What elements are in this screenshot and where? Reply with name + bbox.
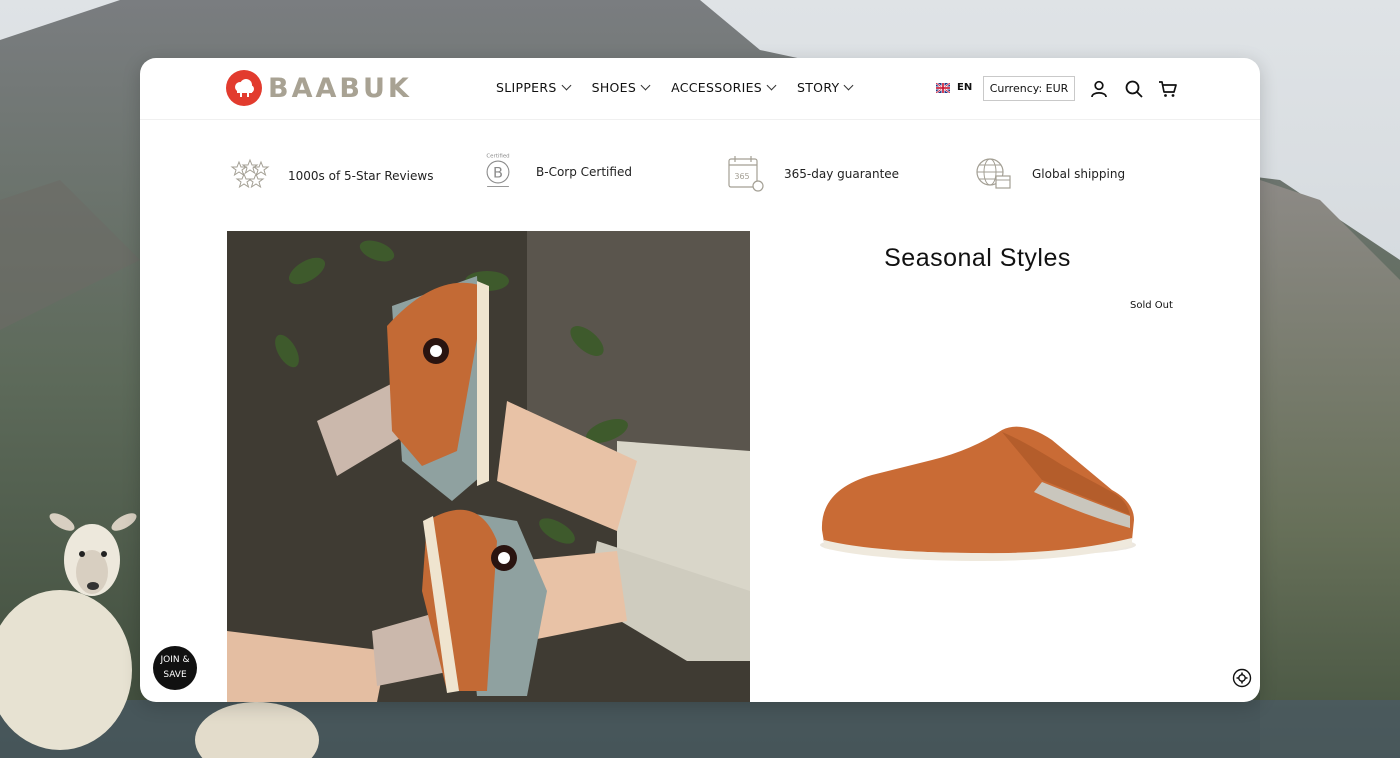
feature-label: 1000s of 5-Star Reviews — [288, 169, 434, 183]
nav-story[interactable]: STORY — [797, 80, 854, 95]
settings-gear-icon[interactable] — [1232, 668, 1252, 688]
bcorp-icon: Certified B — [486, 153, 510, 187]
nav-label: ACCESSORIES — [671, 80, 763, 95]
section-title: Seasonal Styles — [884, 244, 1071, 272]
feature-guarantee: 365 365-day guarantee — [724, 154, 899, 194]
nav-label: SHOES — [591, 80, 637, 95]
chevron-down-icon — [766, 80, 777, 91]
join-save-button[interactable]: JOIN & SAVE — [153, 646, 197, 690]
brand-name: BAABUK — [268, 72, 412, 104]
cart-icon[interactable] — [1158, 79, 1178, 99]
features-bar: 1000s of 5-Star Reviews Certified B B-Co… — [140, 152, 1260, 200]
product-image[interactable] — [812, 420, 1144, 562]
feature-label: 365-day guarantee — [784, 167, 900, 181]
slippers-lifestyle-image — [227, 231, 750, 702]
chevron-down-icon — [561, 80, 572, 91]
calendar-365-icon: 365 — [728, 156, 764, 192]
feature-shipping: Global shipping — [972, 154, 1125, 194]
product-hotspot[interactable] — [423, 338, 449, 364]
join-save-line2: SAVE — [163, 670, 187, 680]
stars-icon — [230, 158, 270, 189]
chevron-down-icon — [640, 80, 651, 91]
sheep-cloud-icon — [226, 70, 262, 106]
feature-reviews: 1000s of 5-Star Reviews — [228, 156, 433, 196]
feature-label: Global shipping — [1032, 167, 1126, 181]
language-code: EN — [957, 82, 973, 93]
nav-slippers[interactable]: SLIPPERS — [496, 80, 572, 95]
nav-label: SLIPPERS — [496, 80, 557, 95]
currency-selector[interactable]: Currency: EUR — [983, 76, 1075, 101]
calendar-365-icon-text: 365 — [734, 172, 749, 181]
main-card: BAABUK SLIPPERS SHOES ACCESSORIES STORY — [140, 58, 1260, 702]
join-save-line1: JOIN & — [160, 655, 190, 665]
sheep-image — [0, 513, 137, 750]
nav-shoes[interactable]: SHOES — [591, 80, 651, 95]
bcorp-icon-text: Certified — [486, 153, 509, 159]
account-icon[interactable] — [1089, 79, 1109, 99]
sold-out-badge: Sold Out — [1130, 300, 1173, 311]
nav-label: STORY — [797, 80, 840, 95]
sheep-image — [195, 702, 319, 758]
chevron-down-icon — [844, 80, 854, 91]
nav-accessories[interactable]: ACCESSORIES — [671, 80, 777, 95]
uk-flag-icon — [936, 82, 950, 93]
lifestyle-photo — [227, 231, 750, 702]
site-header: BAABUK SLIPPERS SHOES ACCESSORIES STORY — [140, 58, 1260, 120]
brand-logo[interactable]: BAABUK — [226, 70, 412, 106]
language-selector[interactable]: EN — [936, 82, 972, 93]
product-hotspot[interactable] — [491, 545, 517, 571]
globe-shipping-icon — [976, 158, 1011, 189]
search-icon[interactable] — [1124, 79, 1144, 99]
main-nav: SLIPPERS SHOES ACCESSORIES STORY — [496, 80, 854, 95]
feature-label: B-Corp Certified — [536, 165, 632, 179]
feature-bcorp: Certified B B-Corp Certified — [476, 152, 632, 192]
svg-text:B: B — [493, 165, 503, 181]
